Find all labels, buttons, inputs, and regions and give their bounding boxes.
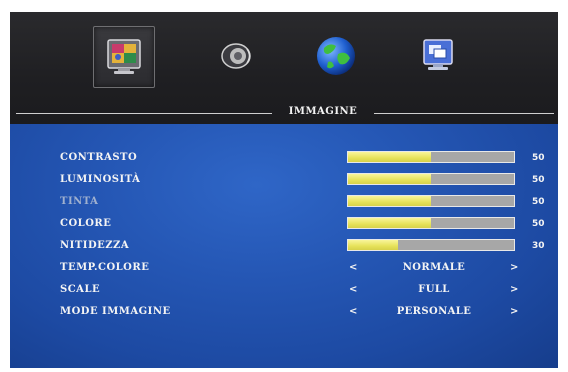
setting-option-value: NORMALE (402, 262, 466, 273)
option-prev-arrow[interactable]: < (349, 306, 357, 317)
setting-row-slider[interactable]: TINTA 50 (10, 193, 558, 213)
tab-picture[interactable] (93, 26, 155, 88)
setting-value: 50 (532, 175, 545, 185)
setting-label: MODE IMMAGINE (60, 306, 171, 317)
setting-label: TEMP.COLORE (60, 262, 150, 273)
setting-slider-fill (348, 152, 431, 162)
setting-value: 30 (532, 241, 545, 251)
pc-windows-icon (423, 39, 453, 70)
setting-slider-fill (348, 174, 431, 184)
tab-pc[interactable] (408, 26, 468, 86)
speaker-icon (221, 43, 251, 69)
setting-value: 50 (532, 197, 545, 207)
setting-value: 50 (532, 153, 545, 163)
setting-row-slider[interactable]: NITIDEZZA 30 (10, 237, 558, 257)
settings-panel: CONTRASTO 50 LUMINOSITÀ 50 TINTA 50 COLORE 50 NI… (10, 124, 558, 368)
setting-row-slider[interactable]: COLORE 50 (10, 215, 558, 235)
setting-slider-bar[interactable] (347, 151, 515, 163)
setting-slider-bar[interactable] (347, 217, 515, 229)
tab-sound[interactable] (206, 26, 266, 86)
section-divider-right (374, 113, 554, 114)
setting-option-value: FULL (418, 284, 450, 295)
setting-slider-bar[interactable] (347, 173, 515, 185)
setting-slider-fill (348, 218, 431, 228)
option-prev-arrow[interactable]: < (349, 284, 357, 295)
setting-slider-bar[interactable] (347, 195, 515, 207)
setting-slider-bar[interactable] (347, 239, 515, 251)
option-next-arrow[interactable]: > (510, 306, 518, 317)
setting-slider-fill (348, 240, 398, 250)
option-next-arrow[interactable]: > (510, 262, 518, 273)
monitor-picture-icon (107, 39, 141, 74)
setting-row-slider[interactable]: LUMINOSITÀ 50 (10, 171, 558, 191)
setting-label: SCALE (60, 284, 101, 295)
setting-label: CONTRASTO (60, 152, 138, 163)
setting-label: LUMINOSITÀ (60, 174, 141, 185)
section-title: IMMAGINE (288, 106, 358, 117)
setting-option-value: PERSONALE (396, 306, 472, 317)
globe-icon (317, 37, 355, 75)
setting-value: 50 (532, 219, 545, 229)
option-prev-arrow[interactable]: < (349, 262, 357, 273)
setting-row-slider[interactable]: CONTRASTO 50 (10, 149, 558, 169)
osd-top-menu-bar: IMMAGINE (10, 12, 558, 124)
setting-label: NITIDEZZA (60, 240, 130, 251)
tab-network[interactable] (306, 26, 366, 86)
option-next-arrow[interactable]: > (510, 284, 518, 295)
section-divider-left (16, 113, 272, 114)
setting-row-option[interactable]: TEMP.COLORE < NORMALE > (10, 259, 558, 279)
setting-slider-fill (348, 196, 431, 206)
setting-label: TINTA (60, 196, 99, 207)
setting-label: COLORE (60, 218, 112, 229)
osd-screen: IMMAGINE CONTRASTO 50 LUMINOSITÀ 50 TINTA 50 C… (10, 12, 558, 368)
setting-row-option[interactable]: SCALE < FULL > (10, 281, 558, 301)
setting-row-option[interactable]: MODE IMMAGINE < PERSONALE > (10, 303, 558, 323)
